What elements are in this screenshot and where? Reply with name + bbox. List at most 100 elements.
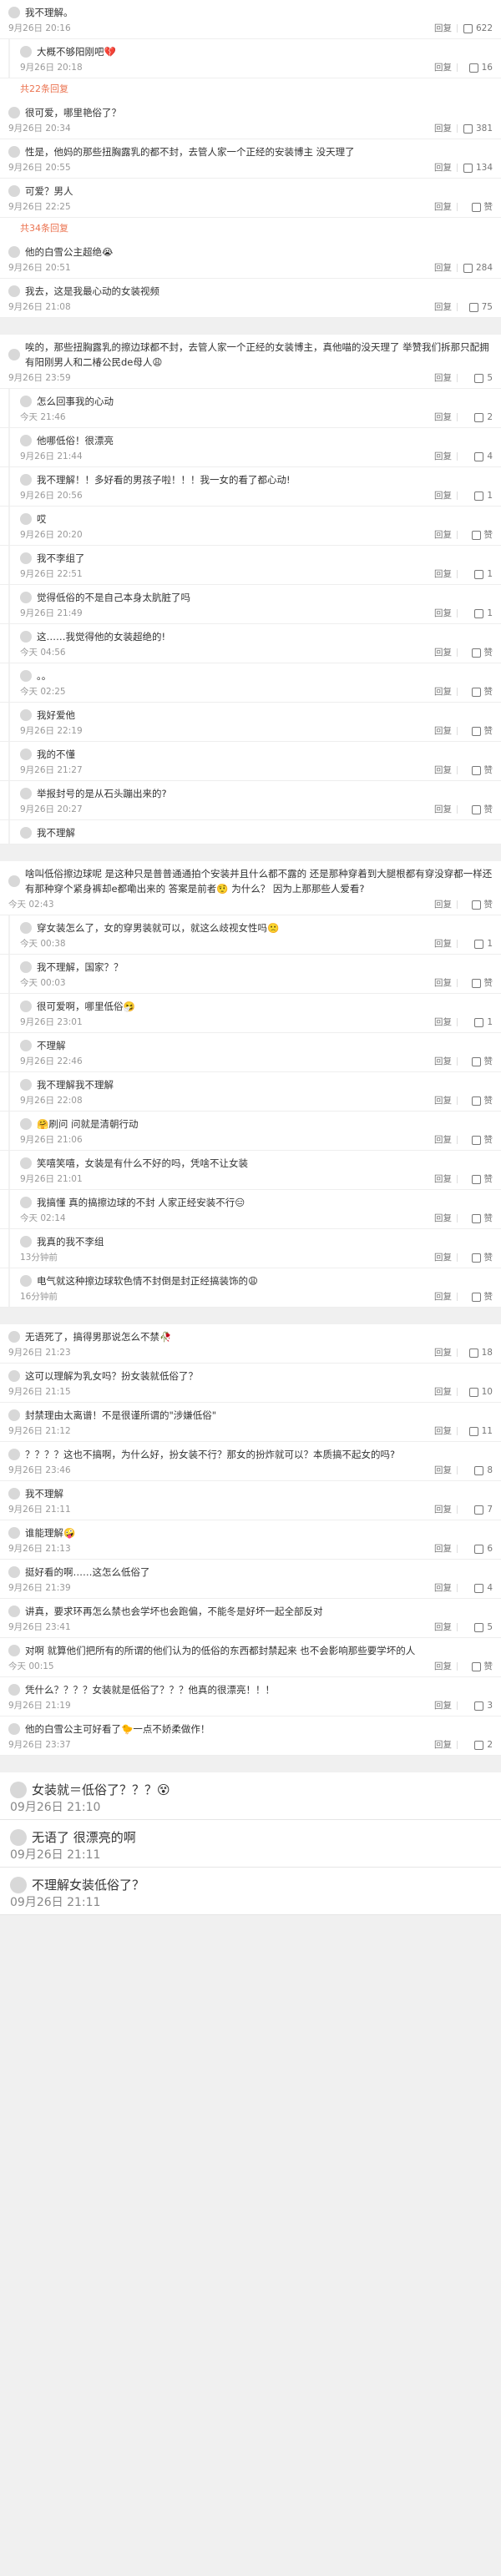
avatar[interactable] — [20, 552, 32, 564]
reply-button[interactable]: 回复 — [434, 764, 452, 777]
like-button[interactable]: 1 — [463, 937, 493, 950]
avatar[interactable] — [8, 1527, 20, 1539]
like-button[interactable]: 1 — [463, 1016, 493, 1029]
reply-button[interactable]: 回复 — [434, 1385, 452, 1399]
avatar[interactable] — [8, 285, 20, 297]
like-button[interactable]: 16 — [463, 61, 493, 74]
more-replies-link[interactable]: 共22条回复 — [0, 78, 501, 100]
avatar[interactable] — [8, 1723, 20, 1735]
reply-button[interactable]: 回复 — [434, 22, 452, 35]
reply-button[interactable]: 回复 — [434, 1660, 452, 1673]
reply-button[interactable]: 回复 — [434, 1016, 452, 1029]
reply-button[interactable]: 回复 — [434, 607, 452, 620]
like-button[interactable]: 1 — [463, 607, 493, 620]
like-button[interactable]: 381 — [463, 122, 493, 135]
like-button[interactable]: 3 — [463, 1699, 493, 1712]
like-button[interactable]: 赞 — [463, 1055, 493, 1068]
avatar[interactable] — [20, 670, 32, 682]
avatar[interactable] — [8, 1645, 20, 1656]
reply-button[interactable]: 回复 — [434, 489, 452, 502]
like-button[interactable]: 5 — [463, 1621, 493, 1634]
like-button[interactable]: 赞 — [463, 976, 493, 990]
like-button[interactable]: 赞 — [463, 1212, 493, 1225]
like-button[interactable]: 赞 — [463, 1660, 493, 1673]
reply-button[interactable]: 回复 — [434, 371, 452, 385]
reply-button[interactable]: 回复 — [434, 411, 452, 424]
like-button[interactable]: 2 — [463, 1738, 493, 1752]
like-button[interactable]: 622 — [463, 22, 493, 35]
reply-button[interactable]: 回复 — [434, 122, 452, 135]
reply-button[interactable]: 回复 — [434, 1464, 452, 1477]
reply-button[interactable]: 回复 — [434, 1503, 452, 1516]
avatar[interactable] — [20, 1118, 32, 1130]
reply-button[interactable]: 回复 — [434, 1424, 452, 1438]
avatar[interactable] — [8, 7, 20, 18]
like-button[interactable]: 赞 — [463, 646, 493, 659]
reply-button[interactable]: 回复 — [434, 937, 452, 950]
reply-button[interactable]: 回复 — [434, 1212, 452, 1225]
reply-button[interactable]: 回复 — [434, 300, 452, 314]
like-button[interactable]: 5 — [463, 371, 493, 385]
like-button[interactable]: 1 — [463, 567, 493, 581]
like-button[interactable]: 赞 — [463, 724, 493, 738]
avatar[interactable] — [8, 875, 20, 887]
like-button[interactable]: 赞 — [463, 1094, 493, 1107]
like-button[interactable]: 赞 — [463, 898, 493, 911]
like-button[interactable]: 75 — [463, 300, 493, 314]
reply-button[interactable]: 回复 — [434, 1738, 452, 1752]
avatar[interactable] — [8, 349, 20, 360]
like-button[interactable]: 11 — [463, 1424, 493, 1438]
reply-button[interactable]: 回复 — [434, 976, 452, 990]
reply-button[interactable]: 回复 — [434, 1172, 452, 1186]
reply-button[interactable]: 回复 — [434, 1621, 452, 1634]
like-button[interactable]: 284 — [463, 261, 493, 275]
avatar[interactable] — [20, 474, 32, 486]
avatar[interactable] — [20, 961, 32, 973]
reply-button[interactable]: 回复 — [434, 803, 452, 816]
avatar[interactable] — [8, 1409, 20, 1421]
reply-button[interactable]: 回复 — [434, 646, 452, 659]
like-button[interactable]: 134 — [463, 161, 493, 174]
avatar[interactable] — [10, 1782, 27, 1798]
reply-button[interactable]: 回复 — [434, 1346, 452, 1359]
like-button[interactable]: 赞 — [463, 528, 493, 542]
like-button[interactable]: 1 — [463, 489, 493, 502]
reply-button[interactable]: 回复 — [434, 685, 452, 698]
avatar[interactable] — [8, 1488, 20, 1500]
reply-button[interactable]: 回复 — [434, 1581, 452, 1595]
reply-button[interactable]: 回复 — [434, 200, 452, 214]
avatar[interactable] — [8, 146, 20, 158]
reply-button[interactable]: 回复 — [434, 1290, 452, 1303]
avatar[interactable] — [8, 1566, 20, 1578]
like-button[interactable]: 赞 — [463, 1251, 493, 1264]
more-replies-link[interactable]: 共34条回复 — [0, 218, 501, 239]
avatar[interactable] — [8, 1606, 20, 1617]
like-button[interactable]: 4 — [463, 450, 493, 463]
reply-button[interactable]: 回复 — [434, 1699, 452, 1712]
avatar[interactable] — [20, 1001, 32, 1012]
like-button[interactable]: 赞 — [463, 1290, 493, 1303]
avatar[interactable] — [20, 1275, 32, 1287]
avatar[interactable] — [20, 1157, 32, 1169]
avatar[interactable] — [20, 788, 32, 799]
reply-button[interactable]: 回复 — [434, 450, 452, 463]
avatar[interactable] — [20, 1197, 32, 1208]
like-button[interactable]: 2 — [463, 411, 493, 424]
like-button[interactable]: 7 — [463, 1503, 493, 1516]
avatar[interactable] — [20, 1040, 32, 1051]
reply-button[interactable]: 回复 — [434, 724, 452, 738]
like-button[interactable]: 赞 — [463, 200, 493, 214]
reply-button[interactable]: 回复 — [434, 161, 452, 174]
avatar[interactable] — [20, 435, 32, 446]
avatar[interactable] — [20, 922, 32, 934]
reply-button[interactable]: 回复 — [434, 61, 452, 74]
reply-button[interactable]: 回复 — [434, 1055, 452, 1068]
avatar[interactable] — [10, 1877, 27, 1893]
avatar[interactable] — [8, 185, 20, 197]
like-button[interactable]: 赞 — [463, 1172, 493, 1186]
avatar[interactable] — [8, 246, 20, 258]
avatar[interactable] — [20, 396, 32, 407]
like-button[interactable]: 赞 — [463, 685, 493, 698]
avatar[interactable] — [8, 1331, 20, 1343]
reply-button[interactable]: 回复 — [434, 1094, 452, 1107]
